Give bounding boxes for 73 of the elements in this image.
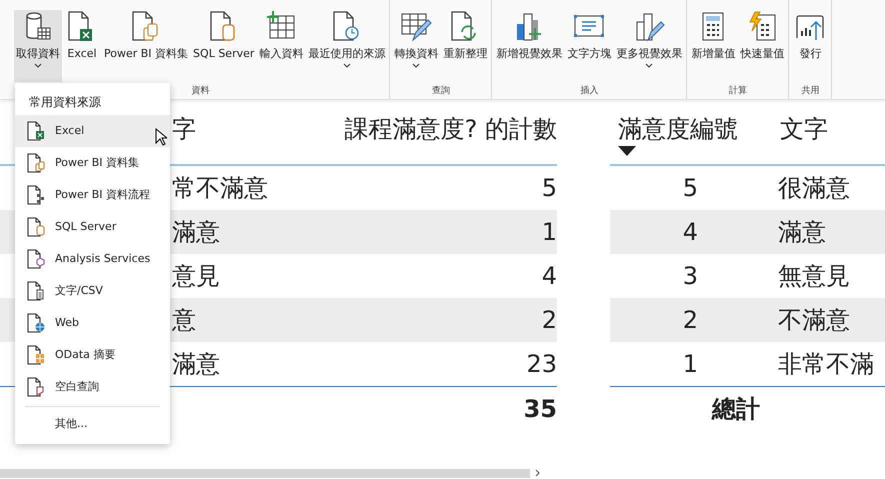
table-cell-text: 1 — [682, 349, 699, 380]
table-cell-text: 滿意 — [172, 349, 220, 380]
table-cell-text: 常不滿意 — [172, 173, 268, 204]
text-file-icon — [27, 281, 45, 301]
column-header: 文字 — [779, 114, 828, 145]
caret-icon — [645, 63, 654, 68]
menu-item[interactable]: Analysis Services — [15, 243, 170, 275]
table-cell-text: 2 — [682, 305, 699, 336]
caret-icon — [34, 63, 42, 68]
cube-file-icon — [27, 249, 45, 269]
column-header: 字 — [172, 114, 196, 145]
menu-item[interactable]: 文字/CSV — [15, 275, 170, 307]
group-label: 計算 — [728, 85, 748, 97]
group-label: 插入 — [579, 85, 600, 97]
dataflow-file-icon — [27, 185, 45, 205]
menu-item[interactable]: Power BI 資料集 — [15, 147, 170, 179]
table-cell-text: 意 — [172, 305, 196, 336]
table-cell-text: 非常不滿 — [777, 349, 874, 380]
table-cell-text: 4 — [542, 261, 557, 292]
table-cell-text: 1 — [542, 217, 557, 248]
table-cell-text: 2 — [542, 305, 557, 336]
table-cell-text: 23 — [526, 349, 557, 380]
menu-item[interactable]: Power BI 資料流程 — [15, 179, 170, 211]
menu-title: 常用資料來源 — [28, 94, 102, 111]
column-header[interactable]: 滿意度編號 — [618, 112, 772, 146]
table-cell-text: 4 — [682, 217, 699, 248]
ribbon-button[interactable]: SQL Server — [191, 10, 256, 82]
cursor-icon — [155, 128, 167, 146]
table-cell-text: 無意見 — [777, 261, 850, 292]
menu-item[interactable]: 其他... — [15, 410, 170, 438]
ribbon-button[interactable]: 更多視覺效果 — [614, 10, 684, 82]
ribbon-button[interactable]: 取得資料 — [14, 10, 62, 82]
ribbon-button[interactable]: 發行 — [791, 10, 830, 82]
ribbon-button[interactable]: 輸入資料 — [257, 10, 306, 82]
total-cell-text: 35 — [524, 394, 557, 424]
query-file-icon — [27, 377, 45, 397]
menu-item[interactable]: 空白查詢 — [15, 371, 170, 403]
group-label: 查詢 — [430, 85, 451, 97]
menu-item[interactable]: SQL Server — [15, 211, 170, 243]
menu-item[interactable]: Excel — [15, 115, 170, 147]
menu-item[interactable]: OData 摘要 — [15, 339, 170, 371]
dataset-file-icon — [27, 153, 45, 173]
ribbon-button[interactable]: Excel — [63, 10, 101, 82]
table-cell-text: 意見 — [172, 261, 220, 292]
table-cell-text: 滿意 — [172, 217, 220, 248]
group-label: 資料 — [190, 85, 211, 97]
table-cell-text: 5 — [682, 173, 699, 204]
ribbon-button[interactable]: 文字方塊 — [565, 10, 614, 82]
menu-item[interactable]: Web — [15, 307, 170, 339]
scrollbar[interactable] — [0, 468, 530, 478]
ribbon-button[interactable]: 快速量值 — [738, 10, 786, 82]
table-cell-text: 滿意 — [777, 217, 826, 248]
caret-icon — [342, 63, 351, 68]
database-file-icon — [27, 217, 45, 237]
ribbon-button[interactable]: 重新整理 — [441, 10, 490, 82]
caret-icon — [412, 63, 420, 68]
column-header: 課程滿意度? 的計數 — [344, 114, 557, 145]
globe-file-icon — [27, 313, 45, 333]
ribbon-button[interactable]: 新增量值 — [689, 10, 738, 82]
ribbon-button[interactable]: 轉換資料 — [392, 10, 440, 82]
table-cell-text: 不滿意 — [777, 305, 850, 336]
table-cell-text: 3 — [682, 261, 699, 292]
excel-file-icon — [27, 121, 45, 141]
sort-descending-icon — [618, 146, 636, 156]
grid-file-icon — [27, 345, 45, 365]
total-cell-text: 總計 — [710, 394, 761, 424]
chevron-right-icon[interactable] — [534, 469, 542, 477]
group-label: 共用 — [800, 85, 820, 97]
ribbon-button[interactable]: 新增視覺效果 — [494, 10, 564, 82]
ribbon-button[interactable]: 最近使用的來源 — [306, 10, 388, 82]
table-cell-text: 很滿意 — [777, 173, 850, 204]
table-cell-text: 5 — [542, 173, 557, 204]
ribbon-button[interactable]: Power BI 資料集 — [102, 10, 190, 82]
